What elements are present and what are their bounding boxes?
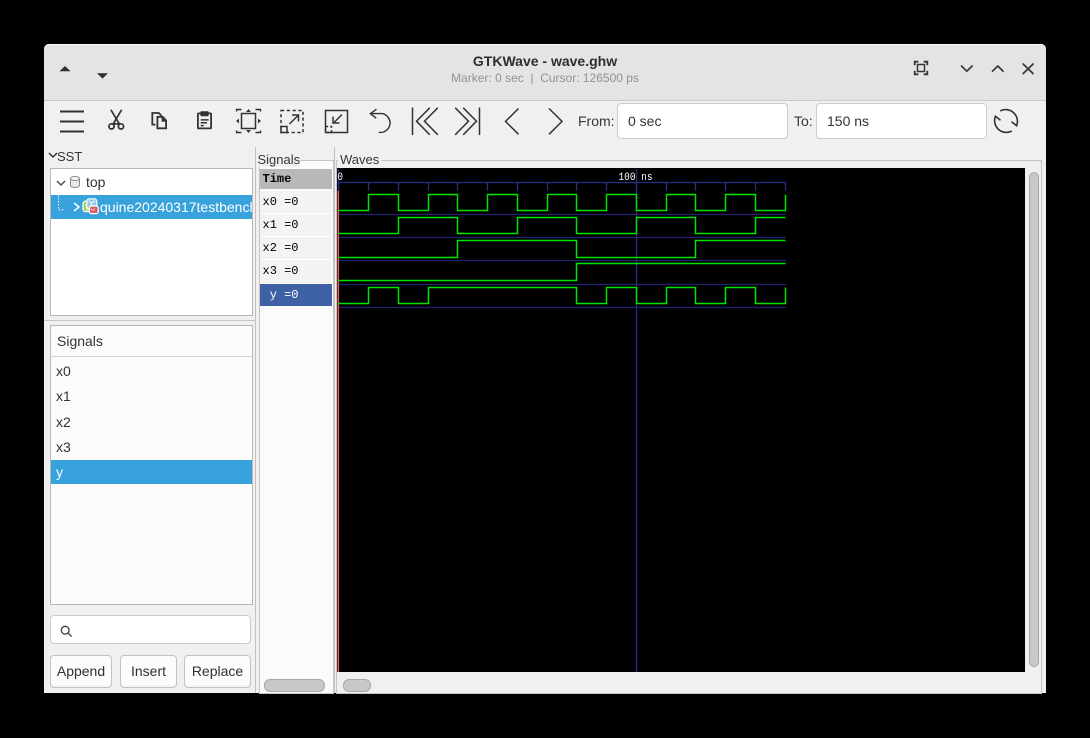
svg-text:0: 0 (338, 172, 344, 184)
svg-text:100 ns: 100 ns (619, 172, 653, 184)
